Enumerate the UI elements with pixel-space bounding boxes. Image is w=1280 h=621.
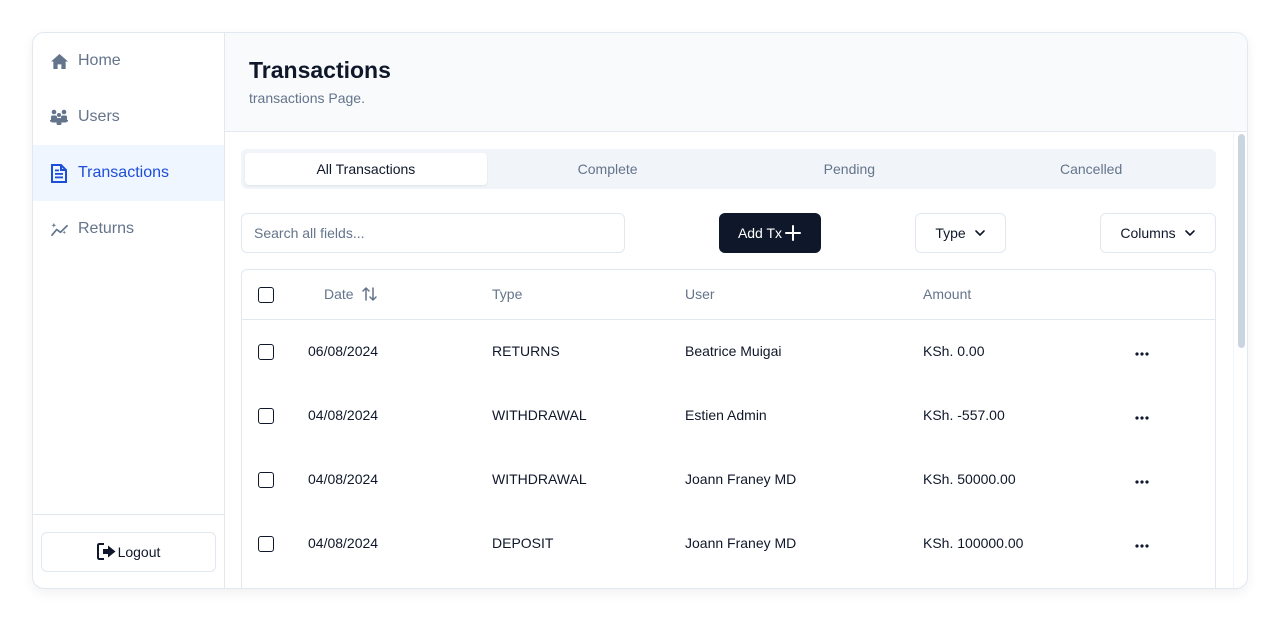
amount-cell: KSh. 100000.00: [923, 535, 1024, 551]
home-icon: [49, 51, 69, 71]
plus-icon: [784, 224, 802, 242]
type-cell: RETURNS: [492, 343, 560, 360]
amount-cell: KSh. 50000.00: [923, 471, 1016, 487]
page-subtitle: transactions Page.: [249, 90, 365, 106]
tab-complete[interactable]: Complete: [487, 153, 729, 185]
table-row: 06/08/2024 RETURNS Beatrice Muigai KSh. …: [242, 319, 1215, 383]
user-cell: Beatrice Muigai: [685, 343, 782, 360]
sort-arrows-icon: [361, 287, 377, 301]
sidebar-item-transactions[interactable]: Transactions: [33, 145, 224, 201]
users-icon: [49, 107, 69, 127]
table-toolbar: Add Tx Type Columns: [241, 213, 1216, 253]
search-input[interactable]: [241, 213, 625, 253]
sidebar-item-label: Home: [78, 52, 121, 69]
table-row: 04/08/2024 DEPOSIT Joann Franey MD KSh. …: [242, 511, 1215, 575]
sidebar-item-returns[interactable]: Returns: [33, 201, 224, 257]
sidebar-nav: Home Users Transactions Returns: [33, 33, 224, 257]
user-cell: Joann Franey MD: [685, 471, 797, 487]
sidebar-footer: Logout: [33, 514, 224, 588]
columns-button[interactable]: Columns: [1100, 213, 1216, 253]
date-column-header[interactable]: Date: [308, 286, 377, 302]
date-cell: 06/08/2024: [308, 343, 379, 360]
add-transaction-label: Add Tx: [737, 225, 783, 241]
actions-column-header: [1135, 270, 1215, 319]
chevron-down-icon: [1184, 229, 1196, 237]
type-column-header: Type: [492, 286, 523, 303]
row-actions-icon[interactable]: [1131, 476, 1153, 488]
chart-sparkle-icon: [49, 219, 69, 239]
scrollbar-thumb[interactable]: [1238, 134, 1245, 348]
tabs-bar: All Transactions Complete Pending Cancel…: [241, 149, 1216, 189]
table-row: 04/08/2024 WITHDRAWAL Joann Franey MD KS…: [242, 447, 1215, 511]
select-all-checkbox[interactable]: [258, 286, 274, 303]
page-title: Transactions: [249, 57, 391, 83]
row-actions-icon[interactable]: [1131, 412, 1153, 424]
date-header-label: Date: [324, 286, 354, 303]
row-checkbox[interactable]: [258, 535, 274, 552]
type-filter-button[interactable]: Type: [915, 213, 1006, 253]
tab-all-transactions[interactable]: All Transactions: [245, 153, 487, 185]
sidebar-item-home[interactable]: Home: [33, 33, 224, 89]
file-text-icon: [49, 163, 69, 183]
columns-label: Columns: [1120, 225, 1176, 241]
date-cell: 04/08/2024: [308, 535, 379, 551]
sidebar-item-label: Users: [78, 108, 120, 125]
vertical-scrollbar[interactable]: [1233, 132, 1247, 588]
type-cell: WITHDRAWAL: [492, 407, 587, 423]
add-transaction-button[interactable]: Add Tx: [719, 213, 821, 253]
sidebar-item-label: Transactions: [78, 164, 169, 181]
type-cell: DEPOSIT: [492, 535, 554, 551]
user-column-header: User: [685, 286, 715, 303]
app-window: Home Users Transactions Returns Logout T…: [32, 32, 1248, 589]
sidebar-item-users[interactable]: Users: [33, 89, 224, 145]
user-cell: Joann Franey MD: [685, 535, 797, 551]
amount-cell: KSh. 0.00: [923, 343, 985, 360]
type-filter-label: Type: [935, 225, 966, 241]
sidebar: Home Users Transactions Returns Logout: [33, 33, 225, 588]
tab-cancelled[interactable]: Cancelled: [970, 153, 1212, 185]
row-checkbox[interactable]: [258, 343, 274, 360]
user-cell: Estien Admin: [685, 407, 767, 423]
main-content: Transactions transactions Page. All Tran…: [225, 33, 1247, 588]
tab-pending[interactable]: Pending: [729, 153, 971, 185]
date-cell: 04/08/2024: [308, 471, 379, 487]
row-actions-icon[interactable]: [1131, 540, 1153, 552]
logout-button[interactable]: Logout: [41, 531, 216, 572]
page-header: Transactions transactions Page.: [225, 33, 1247, 132]
logout-label: Logout: [117, 543, 161, 560]
sidebar-item-label: Returns: [78, 220, 135, 237]
table-header-row: Date Type User Amount: [242, 270, 1215, 319]
row-checkbox[interactable]: [258, 407, 274, 424]
row-checkbox[interactable]: [258, 471, 274, 488]
chevron-down-icon: [974, 229, 986, 237]
date-cell: 04/08/2024: [308, 407, 379, 423]
amount-column-header: Amount: [923, 286, 972, 303]
type-cell: WITHDRAWAL: [492, 471, 587, 487]
logout-icon: [96, 542, 117, 561]
transactions-table: Date Type User Amount 06/08/2024 RETURNS…: [241, 269, 1216, 588]
amount-cell: KSh. -557.00: [923, 407, 1005, 423]
row-actions-icon[interactable]: [1131, 348, 1153, 360]
table-row: 04/08/2024 WITHDRAWAL Estien Admin KSh. …: [242, 383, 1215, 447]
transactions-panel: All Transactions Complete Pending Cancel…: [241, 149, 1216, 588]
